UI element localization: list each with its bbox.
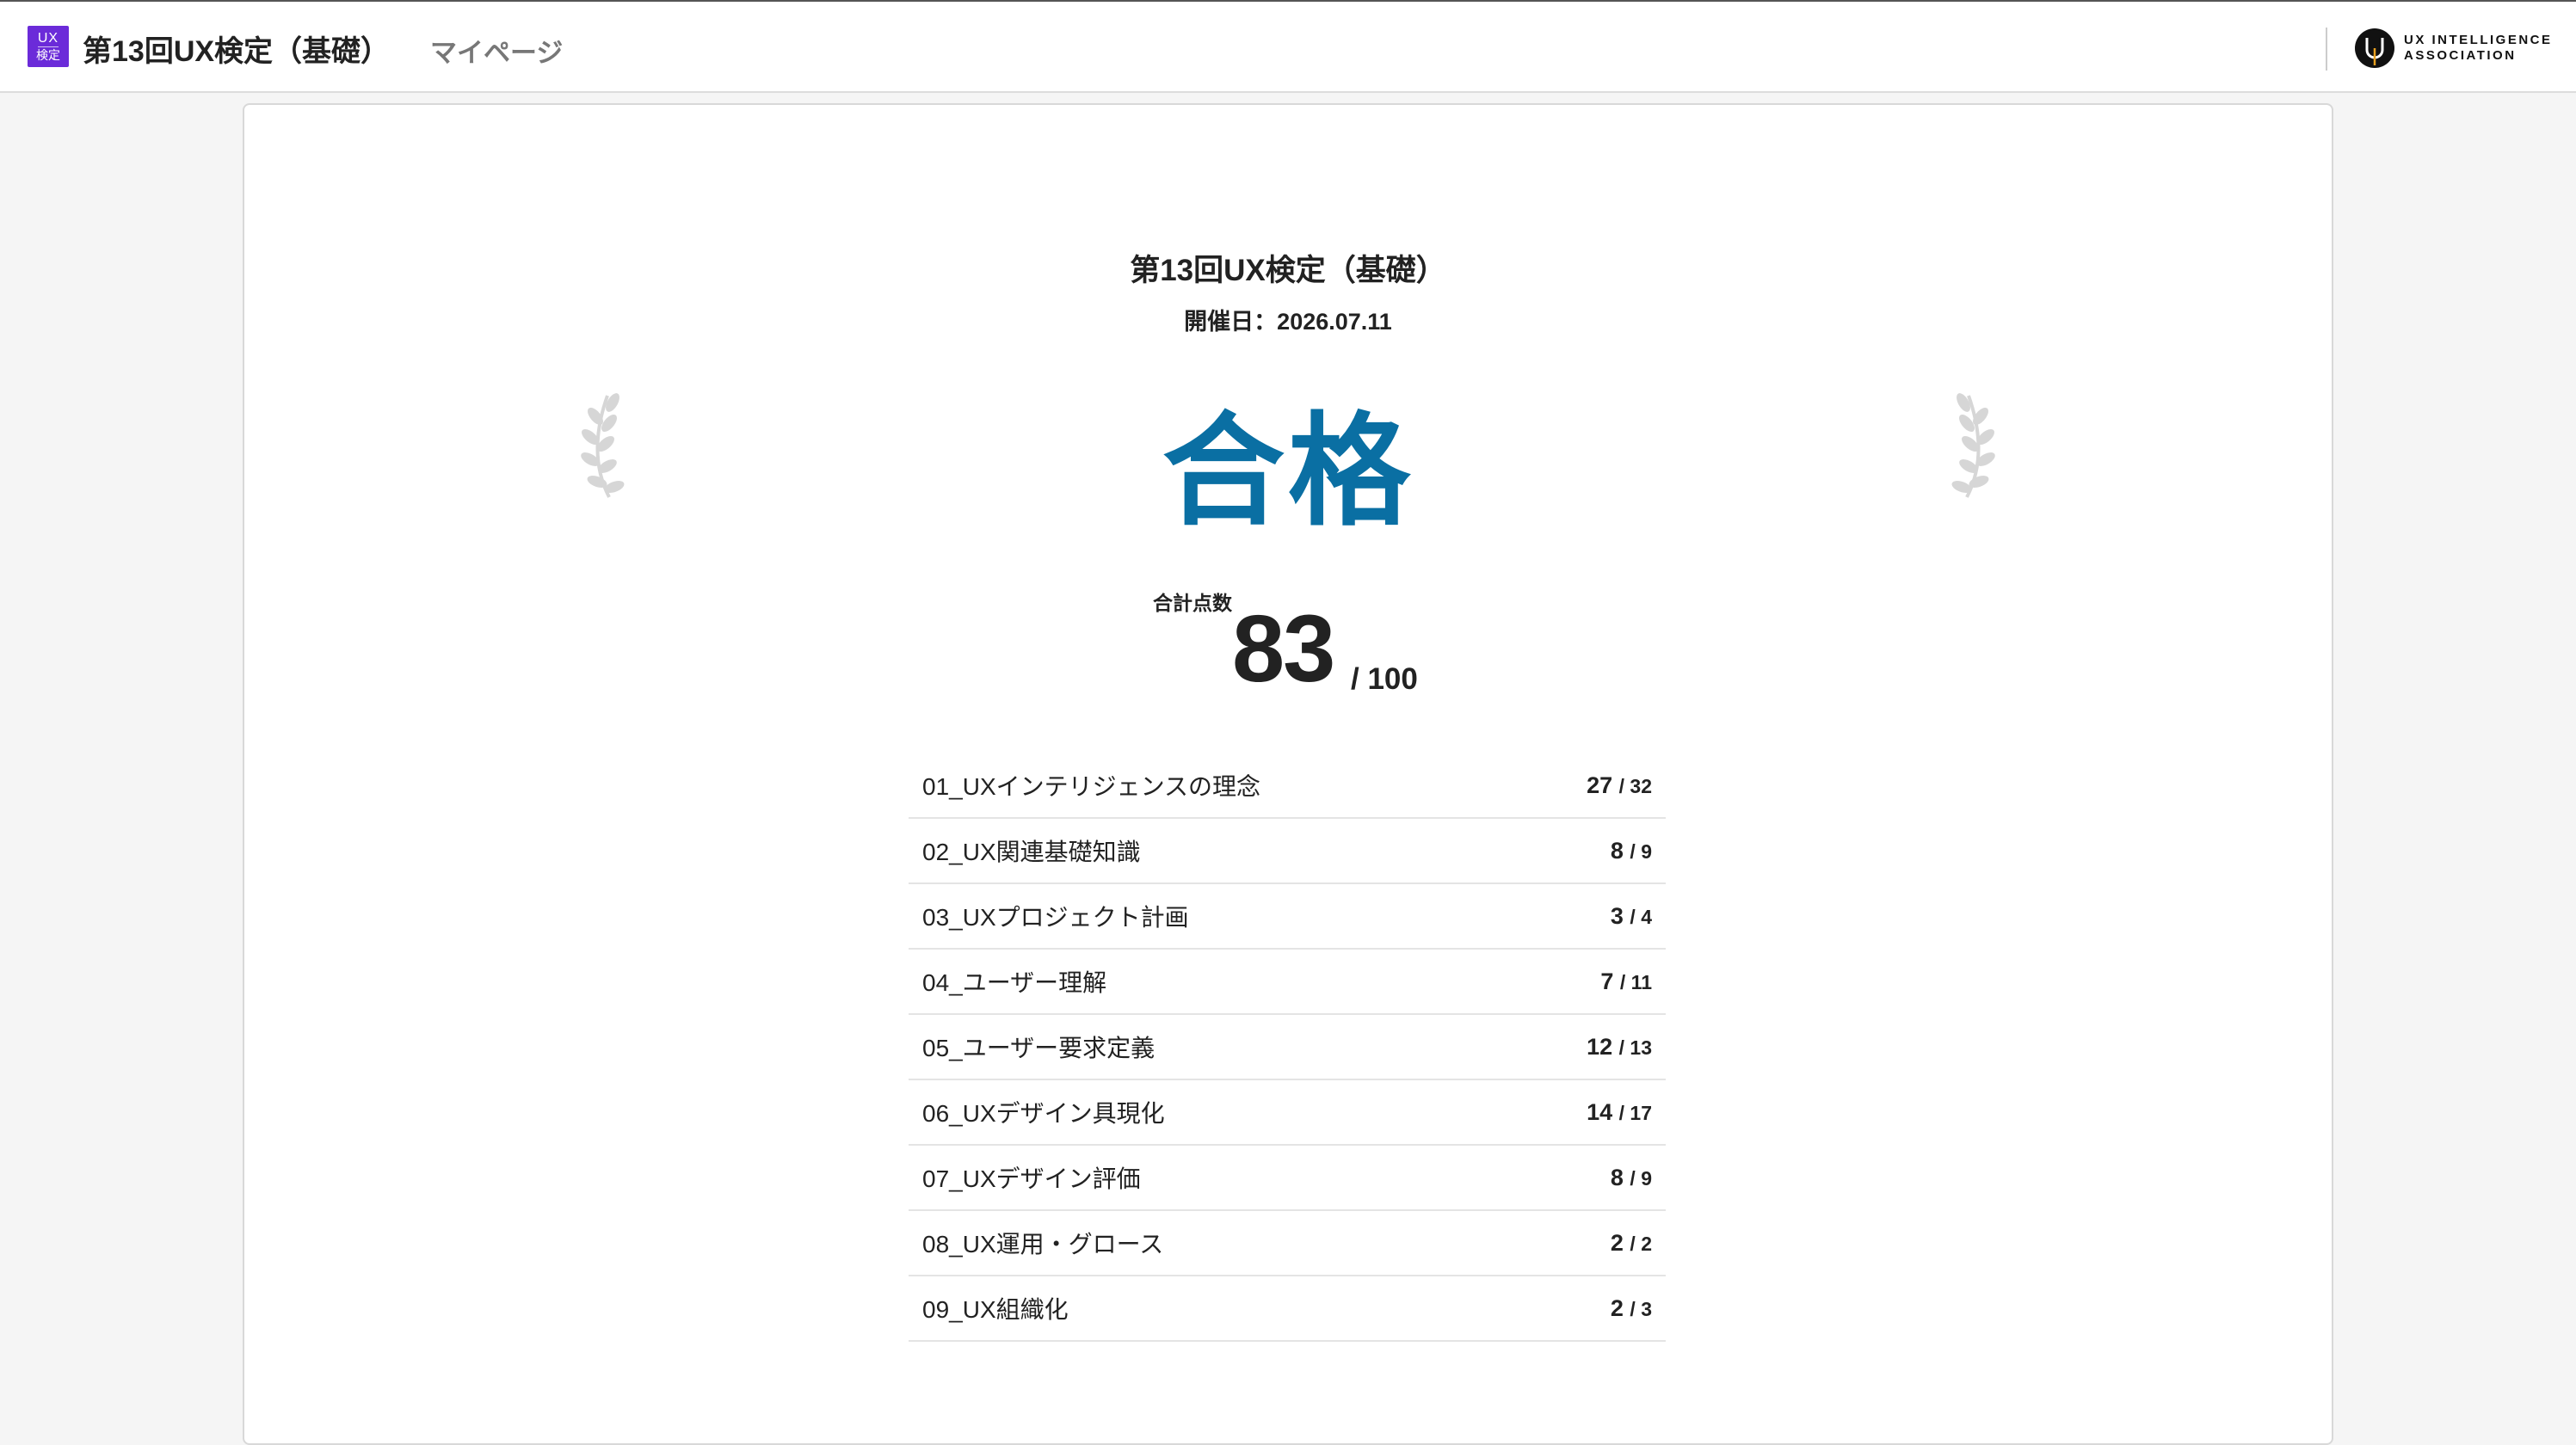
org-logo[interactable]: UX INTELLIGENCE ASSOCIATION	[2354, 28, 2553, 69]
exam-title: 第13回UX検定（基礎）	[1130, 254, 1446, 287]
category-score: 12 / 13	[1587, 1034, 1652, 1061]
app-title: 第13回UX検定（基礎）	[83, 35, 391, 68]
org-name-line1: UX INTELLIGENCE	[2404, 33, 2553, 47]
total-score-value: 83	[1232, 596, 1335, 702]
uxia-logo-icon	[2355, 28, 2394, 68]
exam-date: 開催日：2026.07.11	[1184, 309, 1392, 335]
category-label: 04_ユーザー理解	[922, 969, 1107, 996]
score-row: 03_UXプロジェクト計画 3 / 4	[909, 884, 1666, 950]
score-max: / 13	[1618, 1036, 1652, 1059]
laurel-right-icon	[1951, 393, 1995, 498]
category-label: 03_UXプロジェクト計画	[922, 904, 1189, 931]
org-name: UX INTELLIGENCE ASSOCIATION	[2404, 33, 2553, 64]
pass-result: 合格	[1162, 403, 1414, 540]
category-score: 2 / 3	[1611, 1295, 1652, 1322]
mypage-link[interactable]: マイページ	[430, 31, 563, 70]
score-row: 04_ユーザー理解 7 / 11	[909, 950, 1666, 1015]
category-label: 01_UXインテリジェンスの理念	[922, 773, 1261, 800]
category-label: 02_UX関連基礎知識	[922, 839, 1141, 865]
score-max: / 3	[1630, 1297, 1652, 1320]
score-row: 08_UX運用・グロース 2 / 2	[909, 1211, 1666, 1276]
total-score-label: 合計点数	[1153, 592, 1232, 614]
score-value: 3	[1610, 902, 1624, 929]
category-score: 27 / 32	[1587, 772, 1652, 799]
category-score: 7 / 11	[1600, 968, 1652, 995]
category-label: 06_UXデザイン具現化	[922, 1100, 1165, 1127]
category-score: 3 / 4	[1611, 903, 1652, 930]
score-value: 8	[1610, 837, 1624, 864]
score-row: 02_UX関連基礎知識 8 / 9	[909, 819, 1666, 884]
score-max: / 2	[1630, 1232, 1652, 1255]
score-max: / 17	[1618, 1101, 1652, 1124]
logo-text-kentei: 検定	[36, 48, 60, 62]
category-label: 08_UX運用・グロース	[922, 1231, 1164, 1257]
ux-kentei-logo-icon[interactable]: UX 検定	[28, 26, 69, 67]
category-label: 07_UXデザイン評価	[922, 1165, 1141, 1192]
score-row: 07_UXデザイン評価 8 / 9	[909, 1146, 1666, 1211]
category-score-table: 01_UXインテリジェンスの理念 27 / 32 02_UX関連基礎知識 8 /…	[909, 753, 1666, 1342]
score-max: / 32	[1618, 774, 1652, 797]
category-score: 2 / 2	[1611, 1230, 1652, 1257]
category-score: 8 / 9	[1611, 838, 1652, 864]
score-max: / 9	[1630, 1166, 1652, 1190]
category-label: 09_UX組織化	[922, 1296, 1069, 1323]
score-row: 05_ユーザー要求定義 12 / 13	[909, 1015, 1666, 1080]
logo-text-ux: UX	[37, 31, 59, 47]
category-score: 14 / 17	[1587, 1099, 1652, 1126]
score-row: 09_UX組織化 2 / 3	[909, 1276, 1666, 1342]
score-value: 7	[1600, 968, 1614, 994]
category-label: 05_ユーザー要求定義	[922, 1035, 1156, 1061]
score-value: 12	[1587, 1033, 1613, 1060]
score-max: / 9	[1630, 839, 1652, 863]
score-value: 2	[1610, 1229, 1624, 1256]
score-value: 14	[1587, 1098, 1613, 1125]
score-value: 27	[1587, 772, 1613, 798]
org-name-line2: ASSOCIATION	[2404, 48, 2517, 63]
score-max: / 4	[1630, 905, 1652, 928]
score-max: / 11	[1619, 970, 1652, 993]
score-value: 8	[1610, 1164, 1624, 1190]
score-value: 2	[1610, 1294, 1624, 1321]
top-header: UX 検定 第13回UX検定（基礎） マイページ UX INTELLIGENCE…	[0, 0, 2576, 93]
header-divider	[2326, 28, 2327, 71]
score-row: 06_UXデザイン具現化 14 / 17	[909, 1080, 1666, 1146]
total-score-max: / 100	[1351, 662, 1418, 696]
score-row: 01_UXインテリジェンスの理念 27 / 32	[909, 753, 1666, 819]
category-score: 8 / 9	[1611, 1165, 1652, 1191]
